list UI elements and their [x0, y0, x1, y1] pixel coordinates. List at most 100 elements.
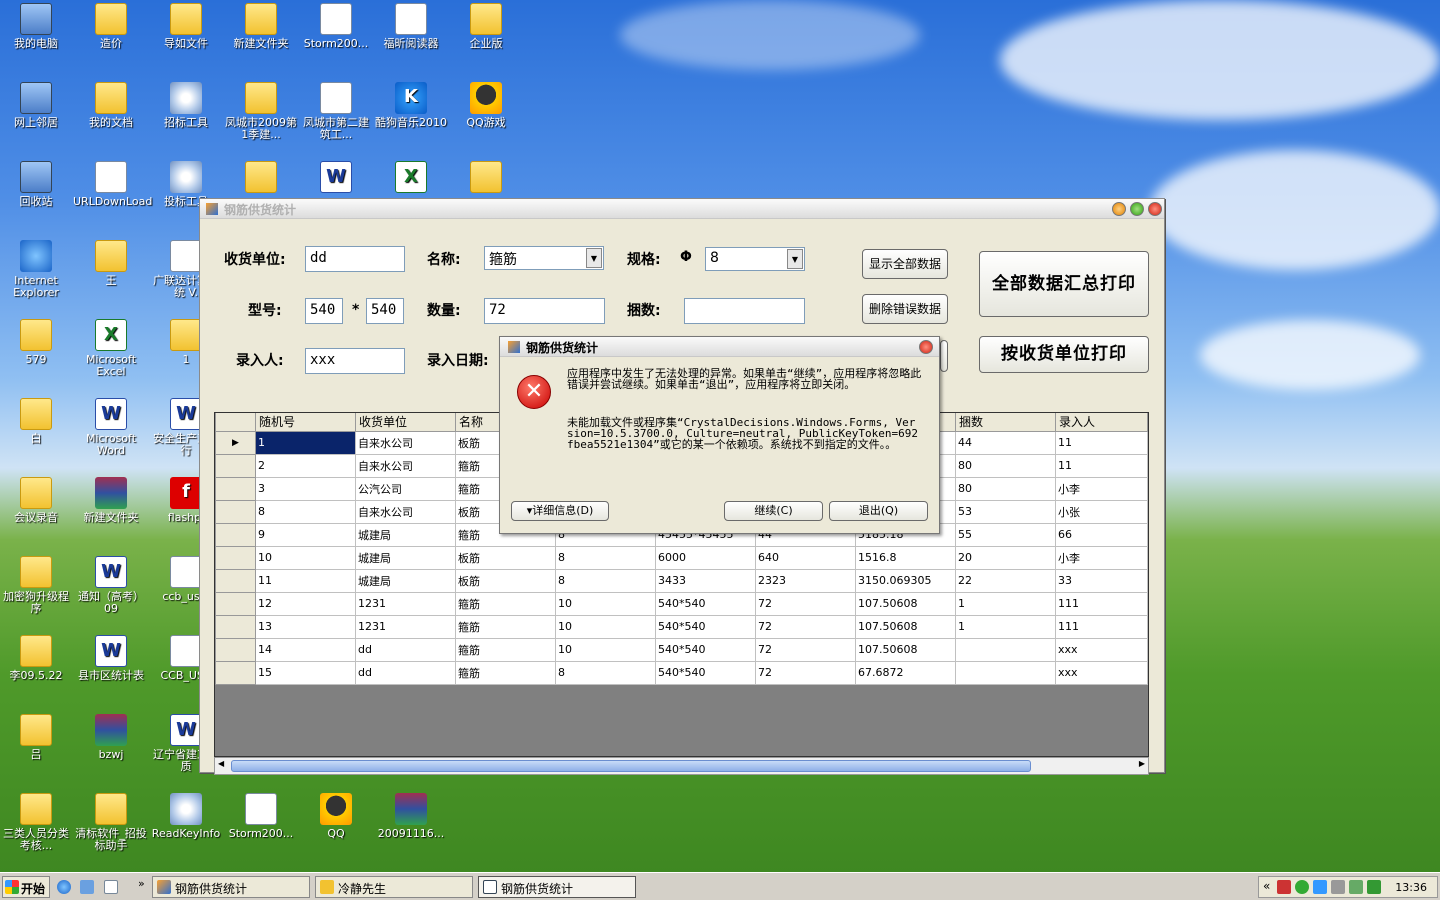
desktop-icon[interactable]: W 县市区统计表: [73, 635, 149, 682]
desktop-icon[interactable]: 凤城市2009第1季建...: [223, 82, 299, 141]
desktop-icon[interactable]: W Microsoft Word: [73, 398, 149, 457]
table-cell[interactable]: 72: [755, 637, 856, 662]
desktop-icon[interactable]: X Microsoft Excel: [73, 319, 149, 378]
table-cell[interactable]: 小李: [1055, 476, 1148, 501]
table-cell[interactable]: 自来水公司: [355, 499, 456, 524]
table-cell[interactable]: dd: [355, 637, 456, 662]
tray-icon[interactable]: [1313, 880, 1327, 894]
table-cell[interactable]: [955, 660, 1056, 685]
desktop-icon[interactable]: 吕: [0, 714, 74, 761]
row-header[interactable]: [215, 591, 256, 616]
desktop-icon[interactable]: W 通知（高考）09: [73, 556, 149, 615]
desktop-icon[interactable]: 新建文件夹: [223, 3, 299, 50]
entered-by-input[interactable]: xxx: [305, 348, 405, 374]
taskbar-item-active[interactable]: 钢筋供货统计: [478, 876, 636, 898]
table-cell[interactable]: 小张: [1055, 499, 1148, 524]
desktop-icon[interactable]: K 酷狗音乐2010: [373, 82, 449, 129]
table-cell[interactable]: 1: [955, 591, 1056, 616]
row-header[interactable]: [215, 499, 256, 524]
table-cell[interactable]: 箍筋: [455, 660, 556, 685]
table-cell[interactable]: 6000: [655, 545, 756, 570]
scroll-left-icon[interactable]: ◀: [218, 759, 224, 768]
current-row-indicator-icon[interactable]: ▶: [215, 430, 256, 455]
table-cell[interactable]: 1: [255, 430, 356, 455]
table-cell[interactable]: 1231: [355, 614, 456, 639]
print-all-button[interactable]: 全部数据汇总打印: [979, 251, 1149, 317]
table-cell[interactable]: 8: [255, 499, 356, 524]
row-header[interactable]: [215, 637, 256, 662]
spec-select[interactable]: 8 ▼: [705, 247, 805, 271]
desktop-icon[interactable]: X: [373, 161, 449, 196]
table-cell[interactable]: 55: [955, 522, 1056, 547]
table-cell[interactable]: 22: [955, 568, 1056, 593]
table-cell[interactable]: 80: [955, 476, 1056, 501]
delete-error-button[interactable]: 删除错误数据: [862, 294, 948, 324]
row-header[interactable]: [215, 660, 256, 685]
table-cell[interactable]: 3150.069305: [855, 568, 956, 593]
table-cell[interactable]: 11: [255, 568, 356, 593]
doc-quicklaunch-icon[interactable]: [104, 880, 118, 894]
row-header[interactable]: [215, 614, 256, 639]
hidden-button-edge[interactable]: [940, 340, 948, 372]
desktop-icon[interactable]: [223, 161, 299, 196]
start-button[interactable]: 开始: [2, 876, 50, 898]
table-cell[interactable]: 66: [1055, 522, 1148, 547]
table-cell[interactable]: 10: [555, 614, 656, 639]
desktop-icon[interactable]: QQ游戏: [448, 82, 524, 129]
table-cell[interactable]: 107.50608: [855, 637, 956, 662]
table-cell[interactable]: 2323: [755, 568, 856, 593]
maximize-button[interactable]: [1130, 202, 1144, 216]
table-cell[interactable]: 3: [255, 476, 356, 501]
table-cell[interactable]: 111: [1055, 591, 1148, 616]
desktop-icon[interactable]: 回收站: [0, 161, 74, 208]
table-cell[interactable]: 72: [755, 591, 856, 616]
chevron-down-icon[interactable]: ▼: [586, 248, 602, 268]
table-cell[interactable]: 72: [755, 614, 856, 639]
desktop-icon[interactable]: 20091116...: [373, 793, 449, 840]
desktop-icon[interactable]: 福昕阅读器: [373, 3, 449, 50]
table-cell[interactable]: 20: [955, 545, 1056, 570]
row-header[interactable]: [215, 476, 256, 501]
table-cell[interactable]: 111: [1055, 614, 1148, 639]
name-select[interactable]: 箍筋 ▼: [484, 246, 604, 270]
table-cell[interactable]: 箍筋: [455, 614, 556, 639]
table-cell[interactable]: 城建局: [355, 545, 456, 570]
close-button[interactable]: [1148, 202, 1162, 216]
desktop-icon[interactable]: 王: [73, 240, 149, 287]
row-header[interactable]: [215, 545, 256, 570]
desktop-icon[interactable]: [448, 161, 524, 196]
desktop-icon[interactable]: 造价: [73, 3, 149, 50]
table-cell[interactable]: 城建局: [355, 522, 456, 547]
dialog-close-button[interactable]: [919, 340, 933, 354]
scrollbar-thumb[interactable]: [231, 760, 1031, 772]
desktop-icon[interactable]: URLDownLoad: [73, 161, 152, 208]
table-cell[interactable]: 540*540: [655, 591, 756, 616]
desktop-icon[interactable]: Internet Explorer: [0, 240, 74, 299]
desktop-icon[interactable]: 三类人员分类考核...: [0, 793, 74, 852]
desktop-quicklaunch-icon[interactable]: [80, 880, 94, 894]
tray-icon[interactable]: [1295, 880, 1309, 894]
table-cell[interactable]: 1516.8: [855, 545, 956, 570]
table-cell[interactable]: 8: [555, 660, 656, 685]
table-cell[interactable]: 公汽公司: [355, 476, 456, 501]
desktop-icon[interactable]: Storm200...: [298, 3, 374, 50]
table-cell[interactable]: 44: [955, 430, 1056, 455]
table-cell[interactable]: 9: [255, 522, 356, 547]
desktop-icon[interactable]: 我的文档: [73, 82, 149, 129]
desktop-icon[interactable]: 李09.5.22: [0, 635, 74, 682]
table-cell[interactable]: 13: [255, 614, 356, 639]
desktop-icon[interactable]: 我的电脑: [0, 3, 74, 50]
table-cell[interactable]: 城建局: [355, 568, 456, 593]
desktop-icon[interactable]: 企业版: [448, 3, 524, 50]
table-cell[interactable]: 8: [555, 545, 656, 570]
print-by-receiver-button[interactable]: 按收货单位打印: [979, 336, 1149, 373]
desktop-icon[interactable]: 白: [0, 398, 74, 445]
desktop-icon[interactable]: 凤城市第二建筑工...: [298, 82, 374, 141]
tray-icon[interactable]: [1277, 880, 1291, 894]
bundles-input[interactable]: [684, 298, 805, 324]
show-all-button[interactable]: 显示全部数据: [862, 249, 948, 279]
table-cell[interactable]: 33: [1055, 568, 1148, 593]
quicklaunch-more-icon[interactable]: »: [138, 877, 145, 890]
table-cell[interactable]: 67.6872: [855, 660, 956, 685]
table-cell[interactable]: 540*540: [655, 614, 756, 639]
